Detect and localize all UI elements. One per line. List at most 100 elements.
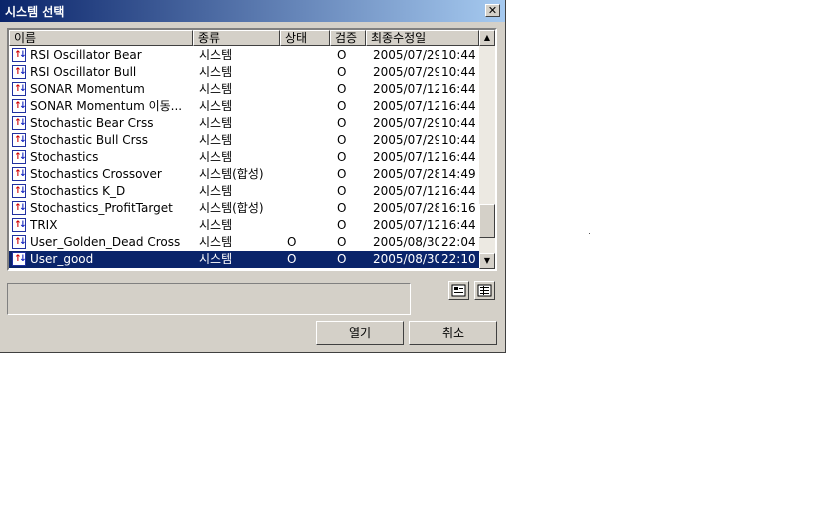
row-verified: O: [337, 82, 347, 96]
vertical-scrollbar[interactable]: ▲ ▼: [479, 30, 495, 269]
description-box: [7, 283, 411, 315]
column-header-name[interactable]: 이름: [9, 30, 193, 46]
row-type: 시스템(합성): [199, 201, 264, 215]
row-status: O: [287, 235, 297, 249]
table-row[interactable]: ↑ ↓ Stochastics_ProfitTarget 시스템(합성) O 2005/0…: [9, 200, 479, 217]
detail-view-button[interactable]: [448, 281, 469, 300]
system-arrows-icon: ↑ ↓: [12, 116, 27, 130]
row-verified: O: [337, 150, 347, 164]
system-arrows-icon: ↑ ↓: [12, 201, 27, 215]
row-time: 10:44: [441, 48, 476, 62]
column-header-status[interactable]: 상태: [280, 30, 330, 46]
open-button[interactable]: 열기: [316, 321, 404, 345]
list-view-button[interactable]: [474, 281, 495, 300]
row-name: SONAR Momentum: [30, 82, 145, 96]
scroll-down-button[interactable]: ▼: [479, 253, 495, 269]
row-verified: O: [337, 252, 347, 266]
scroll-up-button[interactable]: ▲: [479, 30, 495, 46]
table-row[interactable]: ↑ ↓ RSI Oscillator Bull 시스템 O 2005/07/29 10:44: [9, 64, 479, 81]
row-type: 시스템: [199, 82, 233, 96]
row-name: RSI Oscillator Bull: [30, 65, 137, 79]
row-status: [287, 115, 327, 132]
row-date: 2005/07/29: [373, 133, 439, 147]
row-verified: O: [337, 167, 347, 181]
row-time: 16:16: [441, 201, 476, 215]
row-date: 2005/07/28: [373, 201, 439, 215]
row-name: User_good: [30, 252, 94, 266]
column-header-type[interactable]: 종류: [193, 30, 280, 46]
row-status: [287, 217, 327, 234]
table-row[interactable]: ↑ ↓ TRIX 시스템 O 2005/07/12 16:44: [9, 217, 479, 234]
column-header-verified[interactable]: 검증: [330, 30, 366, 46]
table-row[interactable]: ↑ ↓ SONAR Momentum 이동... 시스템 O 2005/07/12 16:4…: [9, 98, 479, 115]
row-verified: O: [337, 48, 347, 62]
table-row[interactable]: ↑ ↓ Stochastics 시스템 O 2005/07/12 16:44: [9, 149, 479, 166]
row-time: 10:44: [441, 133, 476, 147]
row-date: 2005/07/29: [373, 48, 439, 62]
row-type: 시스템: [199, 184, 233, 198]
row-type: 시스템: [199, 116, 233, 130]
row-type: 시스템(합성): [199, 167, 264, 181]
row-type: 시스템: [199, 48, 233, 62]
row-type: 시스템: [199, 218, 233, 232]
row-status: [287, 64, 327, 81]
table-row[interactable]: ↑ ↓ Stochastics Crossover 시스템(합성) O 2005/07/2…: [9, 166, 479, 183]
row-type: 시스템: [199, 150, 233, 164]
system-arrows-icon: ↑ ↓: [12, 65, 27, 79]
row-time: 22:10: [441, 252, 476, 266]
system-arrows-icon: ↑ ↓: [12, 99, 27, 113]
cancel-button[interactable]: 취소: [409, 321, 497, 345]
row-name: Stochastics_ProfitTarget: [30, 201, 173, 215]
system-arrows-icon: ↑ ↓: [12, 235, 27, 249]
row-verified: O: [337, 99, 347, 113]
close-button[interactable]: ✕: [485, 4, 500, 17]
row-date: 2005/07/28: [373, 167, 439, 181]
table-row[interactable]: ↑ ↓ Stochastic Bull Crss 시스템 O 2005/07/29 10:4…: [9, 132, 479, 149]
row-name: Stochastics: [30, 150, 99, 164]
row-name: Stochastic Bull Crss: [30, 133, 149, 147]
row-type: 시스템: [199, 99, 233, 113]
row-verified: O: [337, 201, 347, 215]
table-row[interactable]: ↑ ↓ Stochastics K_D 시스템 O 2005/07/12 16:44: [9, 183, 479, 200]
table-row[interactable]: ↑ ↓ User_good 시스템 O O 2005/08/30 22:10: [9, 251, 479, 268]
row-status: [287, 47, 327, 64]
row-time: 16:44: [441, 99, 476, 113]
row-verified: O: [337, 116, 347, 130]
row-type: 시스템: [199, 133, 233, 147]
row-time: 22:04: [441, 235, 476, 249]
scroll-thumb[interactable]: [479, 204, 495, 238]
system-select-dialog: 시스템 선택 ✕ 이름 종류 상태 검증 최종수정일 ↑ ↓ RSI Oscilla…: [0, 0, 506, 353]
row-type: 시스템: [199, 235, 233, 249]
row-date: 2005/07/12: [373, 184, 439, 198]
table-row[interactable]: ↑ ↓ SONAR Momentum 시스템 O 2005/07/12 16:44: [9, 81, 479, 98]
row-status: [287, 98, 327, 115]
row-verified: O: [337, 133, 347, 147]
row-time: 14:49: [441, 167, 476, 181]
row-name: SONAR Momentum 이동...: [30, 99, 183, 113]
row-date: 2005/08/30: [373, 235, 439, 249]
title-bar[interactable]: 시스템 선택 ✕: [0, 0, 505, 22]
column-header-modified[interactable]: 최종수정일: [366, 30, 479, 46]
row-status: [287, 132, 327, 149]
row-status: [287, 166, 327, 183]
system-arrows-icon: ↑ ↓: [12, 184, 27, 198]
row-date: 2005/07/29: [373, 116, 439, 130]
system-arrows-icon: ↑ ↓: [12, 150, 27, 164]
row-name: Stochastics K_D: [30, 184, 126, 198]
system-arrows-icon: ↑ ↓: [12, 48, 27, 62]
row-date: 2005/07/12: [373, 82, 439, 96]
row-name: Stochastic Bear Crss: [30, 116, 154, 130]
system-list[interactable]: 이름 종류 상태 검증 최종수정일 ↑ ↓ RSI Oscillator Bear 시…: [7, 28, 497, 271]
system-arrows-icon: ↑ ↓: [12, 133, 27, 147]
row-time: 10:44: [441, 116, 476, 130]
table-row[interactable]: ↑ ↓ RSI Oscillator Bear 시스템 O 2005/07/29 10:44: [9, 47, 479, 64]
table-row[interactable]: ↑ ↓ User_Golden_Dead Cross 시스템 O O 2005/08/30 2…: [9, 234, 479, 251]
row-verified: O: [337, 65, 347, 79]
row-name: TRIX: [30, 218, 58, 232]
detail-view-icon: [451, 284, 466, 297]
row-name: RSI Oscillator Bear: [30, 48, 142, 62]
row-status: [287, 81, 327, 98]
table-row[interactable]: ↑ ↓ Stochastic Bear Crss 시스템 O 2005/07/29 10:4…: [9, 115, 479, 132]
system-arrows-icon: ↑ ↓: [12, 82, 27, 96]
row-type: 시스템: [199, 65, 233, 79]
